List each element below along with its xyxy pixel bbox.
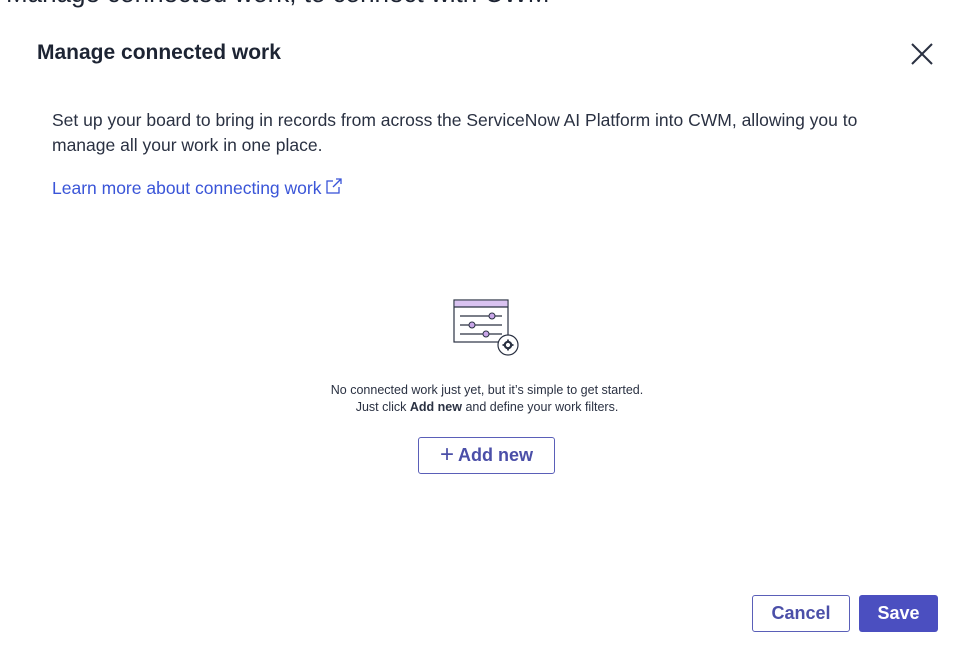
learn-more-link[interactable]: Learn more about connecting work: [52, 177, 343, 200]
close-button[interactable]: [908, 40, 936, 68]
empty-state-line-2-bold: Add new: [409, 400, 462, 414]
dialog-description: Set up your board to bring in records fr…: [52, 110, 858, 155]
external-link-icon: [325, 177, 343, 200]
close-icon: [911, 43, 933, 65]
add-new-label: Add new: [458, 445, 533, 465]
empty-state-line-2-prefix: Just click: [355, 400, 410, 414]
learn-more-label: Learn more about connecting work: [52, 178, 322, 198]
cancel-button[interactable]: Cancel: [752, 595, 850, 632]
add-new-button[interactable]: + Add new: [418, 437, 555, 474]
manage-connected-work-dialog: Manage connected work Set up your board …: [0, 0, 954, 654]
empty-state-line-1: No connected work just yet, but it’s sim…: [330, 383, 644, 397]
plus-icon: +: [439, 440, 454, 468]
empty-state-line-2: Just click Add new and define your work …: [227, 399, 747, 416]
filter-settings-illustration: [450, 298, 524, 360]
save-button[interactable]: Save: [859, 595, 938, 632]
empty-state-message: No connected work just yet, but it’s sim…: [227, 382, 747, 416]
dialog-title: Manage connected work: [37, 41, 281, 64]
empty-state-line-2-suffix: and define your work filters.: [461, 400, 619, 414]
